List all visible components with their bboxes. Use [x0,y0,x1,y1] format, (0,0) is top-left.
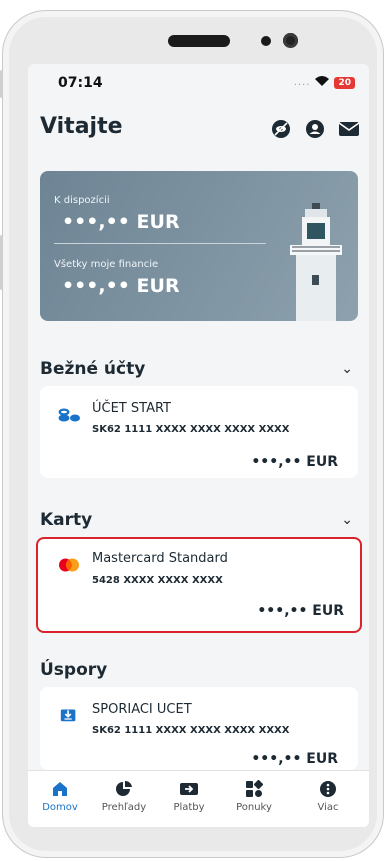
wifi-icon [314,75,330,90]
banner-divider [54,243,266,244]
side-button [0,235,3,290]
pie-chart-icon [94,779,154,799]
chevron-down-icon[interactable]: ⌄ [341,361,353,377]
offers-icon [224,779,284,799]
status-time: 07:14 [58,75,103,91]
all-finances-label: Všetky moje financie [54,259,159,270]
all-finances-amount: •••,•• EUR [62,275,180,297]
available-amount: •••,•• EUR [62,211,180,233]
signal-dots: .... [293,77,311,88]
nav-item-viac[interactable]: Viac [298,779,358,813]
nav-label: Prehľady [101,802,147,813]
home-icon [30,779,90,799]
hide-balance-icon[interactable] [270,118,292,140]
nav-item-domov[interactable]: Domov [30,779,90,813]
profile-icon[interactable] [304,118,326,140]
savings-account-balance: •••,•• EUR [251,751,338,767]
account-name: ÚČET START [92,401,171,416]
earpiece-speaker [168,35,230,47]
card-number: 5428 XXXX XXXX XXXX [92,575,223,586]
sensor-dot [261,36,271,46]
nav-item-platby[interactable]: Platby [159,779,219,813]
battery-icon: 20 [334,76,355,89]
mastercard-logo-icon [59,558,79,572]
savings-account-card[interactable]: SPORIACI UCET SK62 1111 XXXX XXXX XXXX X… [40,687,358,770]
savings-account-name: SPORIACI UCET [92,702,192,717]
section-title-cards: Karty [40,510,93,530]
page-header: Vitajte [40,114,360,150]
nav-label: Platby [173,802,205,813]
nav-label: Domov [42,802,78,813]
front-camera [283,33,298,48]
nav-label: Viac [317,802,339,813]
side-button [0,70,3,98]
card-mastercard-standard[interactable]: Mastercard Standard 5428 XXXX XXXX XXXX … [36,537,362,633]
account-number: SK62 1111 XXXX XXXX XXXX XXXX [92,424,290,435]
account-card-start[interactable]: ÚČET START SK62 1111 XXXX XXXX XXXX XXXX… [40,386,358,478]
bottom-navigation: Domov Prehľady Platby Ponuky Viac [28,770,369,827]
chevron-down-icon[interactable]: ⌄ [341,512,353,528]
app-screen: 07:14 .... 20 Vitajte K dispozícii •••,•… [28,64,369,827]
mail-icon[interactable] [338,118,360,140]
nav-item-ponuky[interactable]: Ponuky [224,779,284,813]
status-indicators: .... 20 [294,75,355,90]
section-title-current-accounts: Bežné účty [40,359,146,379]
card-balance: •••,•• EUR [257,603,344,619]
nav-label: Ponuky [236,802,272,813]
section-title-savings: Úspory [40,660,108,680]
savings-account-number: SK62 1111 XXXX XXXX XXXX XXXX [92,725,290,736]
payment-icon [159,779,219,799]
page-title: Vitajte [40,114,123,139]
nav-item-prehlady[interactable]: Prehľady [94,779,154,813]
available-label: K dispozícii [54,195,110,206]
account-balance: •••,•• EUR [251,454,338,470]
card-name: Mastercard Standard [92,551,228,566]
status-bar: 07:14 .... 20 [28,64,369,104]
savings-deposit-icon [60,709,76,722]
lighthouse-illustration [290,203,342,321]
coins-icon [58,408,80,422]
more-icon [298,779,358,799]
balance-banner[interactable]: K dispozícii •••,•• EUR Všetky moje fina… [40,171,358,321]
